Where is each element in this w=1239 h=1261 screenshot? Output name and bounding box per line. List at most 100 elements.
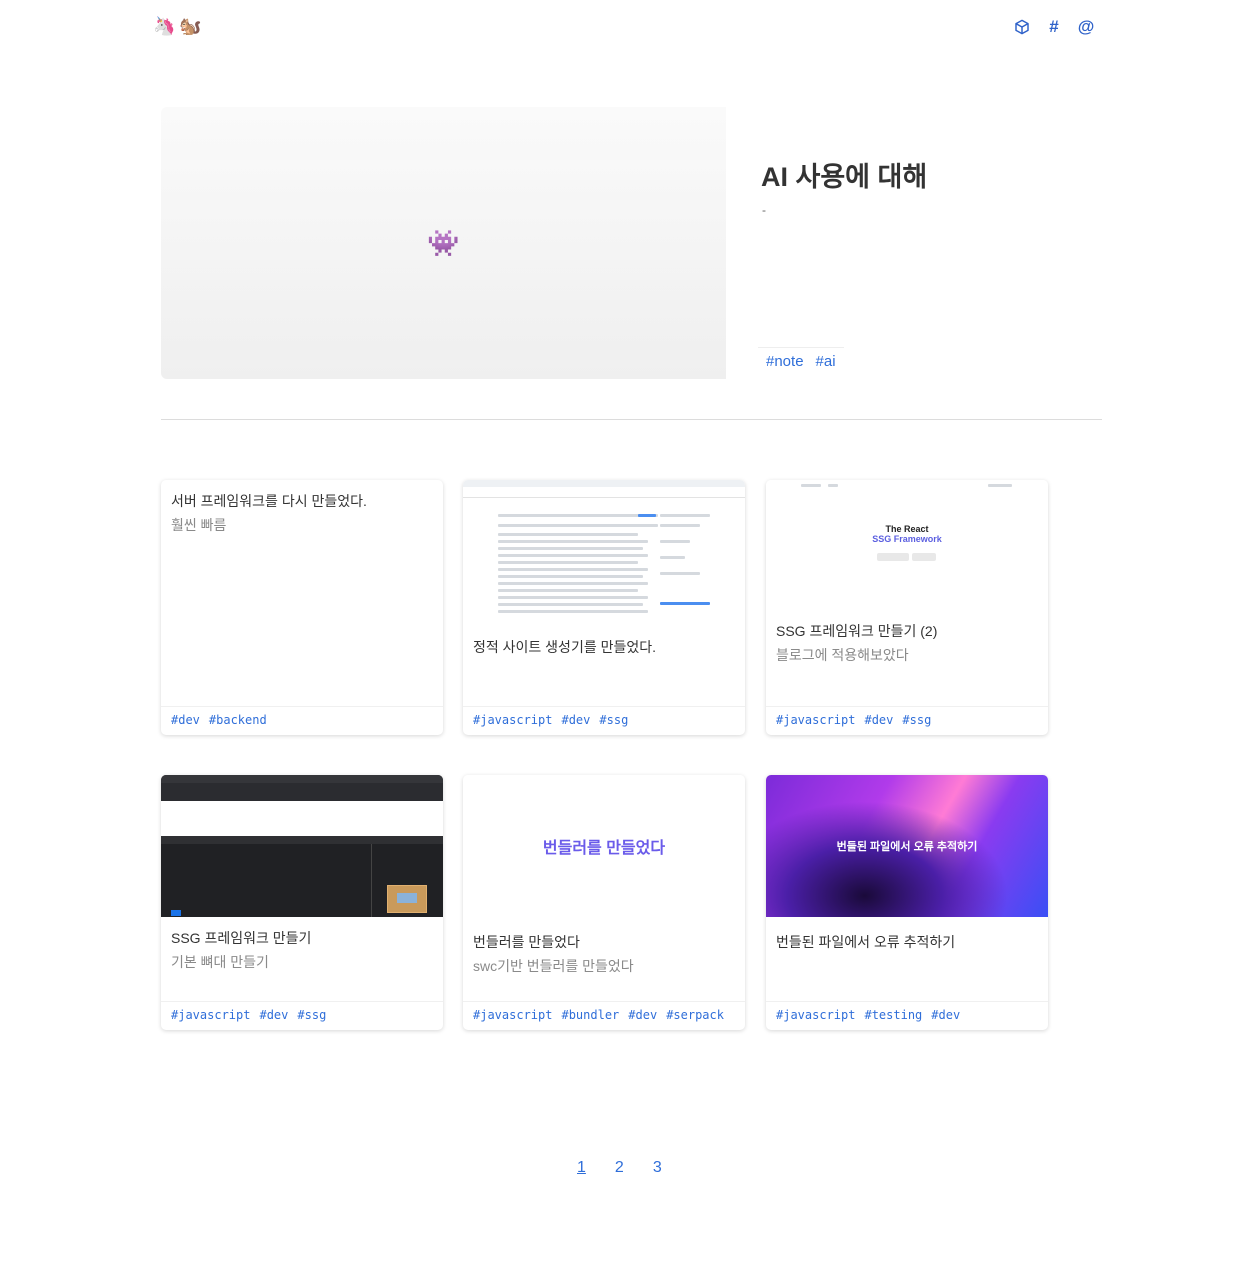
devtools-split: [371, 844, 372, 917]
post-subtitle: 기본 뼈대 만들기: [171, 954, 269, 970]
post-card[interactable]: 정적 사이트 생성기를 만들었다. #javascript #dev #ssg: [463, 480, 745, 735]
tag-link[interactable]: #javascript: [776, 1008, 855, 1030]
nav-box-link[interactable]: [1013, 16, 1031, 38]
devtools-tabs: [161, 836, 443, 844]
featured-thumbnail[interactable]: 👾: [161, 107, 726, 379]
tag-link[interactable]: #dev: [931, 1008, 960, 1030]
featured-description: -: [762, 203, 766, 217]
post-subtitle: 블로그에 적용해보았다: [776, 647, 909, 663]
thumb-line: [638, 514, 656, 517]
post-title[interactable]: 서버 프레임워크를 다시 만들었다.: [171, 491, 433, 511]
post-title[interactable]: SSG 프레임워크 만들기 (2): [776, 621, 1038, 641]
post-tags: #javascript #testing #dev: [766, 1001, 1048, 1030]
page-link-3[interactable]: 3: [653, 1159, 662, 1177]
hash-icon: #: [1049, 17, 1059, 36]
post-subtitle: swc기반 번들러를 만들었다: [473, 958, 634, 974]
thumb-button: [912, 553, 936, 561]
tag-link[interactable]: #dev: [628, 1008, 657, 1030]
alien-monster-icon: 👾: [427, 227, 460, 258]
thumb-button: [877, 553, 909, 561]
thumb-line: [498, 575, 643, 578]
thumb-line: [498, 533, 638, 536]
squirrel-icon: 🐿️: [179, 16, 202, 36]
pagination: 1 2 3: [577, 1159, 662, 1177]
nav-tags-link[interactable]: #: [1045, 16, 1063, 38]
post-card[interactable]: 서버 프레임워크를 다시 만들었다. 훨씬 빠름 #dev #backend: [161, 480, 443, 735]
post-title[interactable]: 번들러를 만들었다: [473, 932, 735, 952]
post-subtitle: 훨씬 빠름: [171, 517, 227, 533]
nav-contact-link[interactable]: @: [1077, 16, 1095, 38]
thumb-line: [498, 589, 638, 592]
tag-link[interactable]: #ssg: [599, 713, 628, 735]
site-logo[interactable]: 🦄 🐿️: [153, 14, 202, 38]
thumb-heading: SSG Framework: [872, 534, 942, 544]
tag-link[interactable]: #javascript: [473, 713, 552, 735]
at-icon: @: [1077, 17, 1095, 36]
thumb-heading: The React: [885, 524, 929, 534]
thumb-line: [660, 556, 685, 559]
thumb-line: [660, 572, 700, 575]
browser-toolbar: [161, 783, 443, 801]
tag-link[interactable]: #bundler: [561, 1008, 619, 1030]
tag-link[interactable]: #ai: [816, 353, 836, 370]
tag-link[interactable]: #backend: [209, 713, 267, 735]
thumb-line: [498, 582, 648, 585]
thumb-line: [660, 602, 710, 605]
tag-link[interactable]: #ssg: [297, 1008, 326, 1030]
thumb-line: [498, 540, 648, 543]
repo-nav: [463, 488, 745, 498]
box-icon: [1015, 19, 1029, 35]
thumb-line: [498, 568, 648, 571]
post-title[interactable]: 정적 사이트 생성기를 만들었다.: [473, 637, 735, 657]
browser-bar: [161, 775, 443, 783]
tag-link[interactable]: #ssg: [902, 713, 931, 735]
post-thumbnail: The React SSG Framework: [766, 480, 1048, 622]
page-link-1[interactable]: 1: [577, 1159, 586, 1177]
post-card[interactable]: The React SSG Framework SSG 프레임워크 만들기 (2…: [766, 480, 1048, 735]
tag-link[interactable]: #dev: [864, 713, 893, 735]
tag-link[interactable]: #dev: [171, 713, 200, 735]
status-chip: [171, 910, 181, 916]
featured-title[interactable]: AI 사용에 대해: [761, 155, 927, 194]
thumb-line: [498, 547, 643, 550]
thumb-line: [498, 514, 658, 517]
thumb-line: [660, 524, 700, 527]
post-thumbnail: 번들러를 만들었다: [463, 775, 745, 917]
post-card[interactable]: 번들된 파일에서 오류 추적하기 번들된 파일에서 오류 추적하기 #javas…: [766, 775, 1048, 1030]
post-thumbnail: [463, 480, 745, 622]
tag-link[interactable]: #javascript: [171, 1008, 250, 1030]
post-thumbnail: 번들된 파일에서 오류 추적하기: [766, 775, 1048, 917]
top-nav: # @: [1013, 16, 1095, 38]
thumb-line: [660, 540, 690, 543]
featured-tags: #note #ai: [758, 347, 844, 370]
thumb-heading: 번들러를 만들었다: [542, 840, 666, 857]
tag-link[interactable]: #dev: [259, 1008, 288, 1030]
post-title[interactable]: 번들된 파일에서 오류 추적하기: [776, 932, 1038, 952]
section-divider: [161, 419, 1102, 420]
thumb-line: [498, 524, 658, 527]
thumb-line: [660, 514, 710, 517]
post-title[interactable]: SSG 프레임워크 만들기: [171, 928, 433, 948]
post-thumbnail: [161, 775, 443, 917]
tag-link[interactable]: #dev: [561, 713, 590, 735]
post-card[interactable]: 번들러를 만들었다 번들러를 만들었다 swc기반 번들러를 만들었다 #jav…: [463, 775, 745, 1030]
thumb-line: [498, 554, 648, 557]
featured-post[interactable]: 👾 AI 사용에 대해 - #note #ai: [161, 107, 1102, 379]
post-tags: #javascript #dev #ssg: [161, 1001, 443, 1030]
page-link-2[interactable]: 2: [615, 1159, 624, 1177]
thumb-line: [801, 484, 821, 487]
tag-link[interactable]: #testing: [864, 1008, 922, 1030]
tag-link[interactable]: #javascript: [776, 713, 855, 735]
thumb-line: [498, 610, 648, 613]
post-tags: #javascript #dev #ssg: [463, 706, 745, 735]
tag-link[interactable]: #note: [766, 353, 804, 370]
unicorn-icon: 🦄: [153, 16, 176, 36]
thumb-heading: 번들된 파일에서 오류 추적하기: [836, 841, 978, 853]
post-card[interactable]: SSG 프레임워크 만들기 기본 뼈대 만들기 #javascript #dev…: [161, 775, 443, 1030]
post-tags: #javascript #bundler #dev #serpack: [463, 1001, 745, 1030]
thumb-line: [498, 596, 648, 599]
browser-bar: [463, 480, 745, 487]
tag-link[interactable]: #javascript: [473, 1008, 552, 1030]
thumb-line: [828, 484, 838, 487]
tag-link[interactable]: #serpack: [666, 1008, 724, 1030]
